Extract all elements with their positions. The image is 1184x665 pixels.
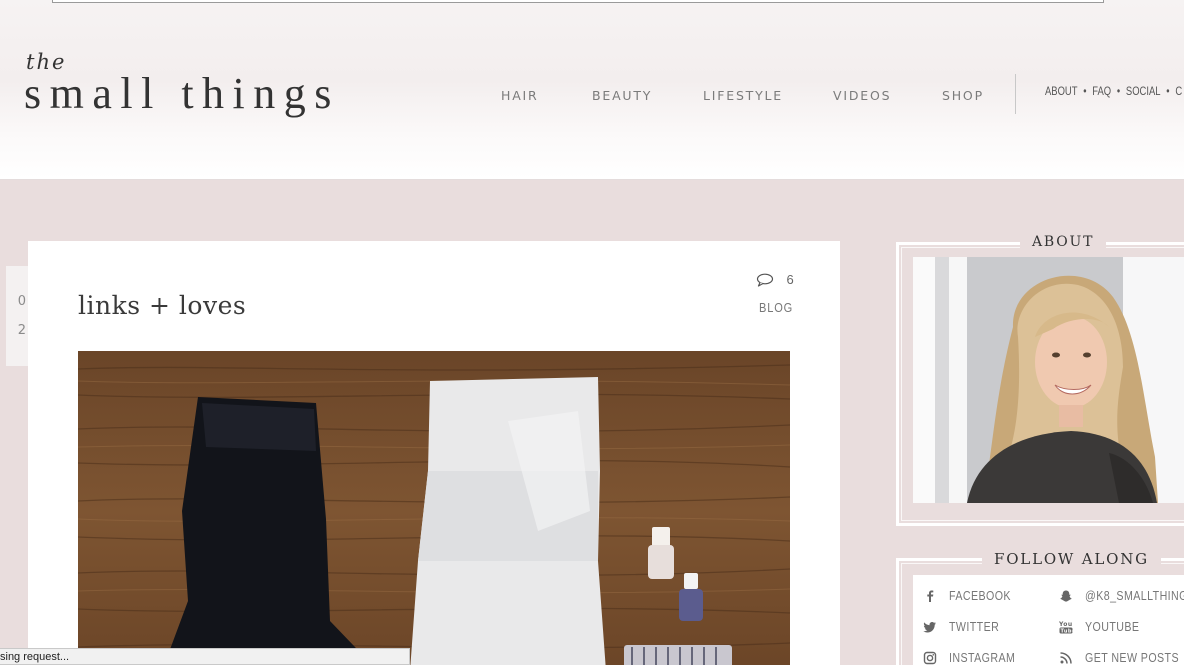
sec-nav-about[interactable]: ABOUT <box>1045 86 1077 98</box>
nav-divider <box>1015 74 1016 114</box>
post-card: links + loves 6 BLOG <box>28 241 840 665</box>
follow-label-rss: GET NEW POSTS <box>1085 650 1179 665</box>
follow-link-facebook[interactable]: FACEBOOK <box>923 587 1025 603</box>
rss-icon <box>1059 651 1073 665</box>
post-category[interactable]: BLOG <box>759 300 793 315</box>
follow-label-youtube: YOUTUBE <box>1085 619 1140 635</box>
follow-label-twitter: TWITTER <box>949 619 1000 635</box>
follow-link-snapchat[interactable]: @K8_SMALLTHINGS <box>1059 587 1184 603</box>
browser-address-bar-edge <box>52 0 1104 3</box>
follow-link-twitter[interactable]: TWITTER <box>923 618 1010 634</box>
comment-icon <box>756 271 778 288</box>
secondary-nav: ABOUT • FAQ • SOCIAL • C <box>1045 86 1183 98</box>
sec-nav-faq[interactable]: FAQ <box>1092 86 1111 98</box>
follow-link-rss[interactable]: GET NEW POSTS <box>1059 649 1184 665</box>
nav-item-videos[interactable]: VIDEOS <box>833 88 891 103</box>
nav-item-beauty[interactable]: BEAUTY <box>592 88 652 103</box>
instagram-icon <box>923 651 937 665</box>
svg-text:Tube: Tube <box>1061 628 1074 634</box>
follow-link-youtube[interactable]: YouTube YOUTUBE <box>1058 618 1151 635</box>
logo-main-text: small things <box>24 69 340 118</box>
facebook-icon <box>923 589 937 603</box>
site-header: the small things HAIR BEAUTY LIFESTYLE V… <box>0 0 1184 180</box>
sec-nav-contact[interactable]: C <box>1175 86 1182 98</box>
post-featured-image[interactable] <box>78 351 790 665</box>
about-heading: ABOUT <box>1020 234 1107 250</box>
nav-item-lifestyle[interactable]: LIFESTYLE <box>703 88 783 103</box>
follow-link-instagram[interactable]: INSTAGRAM <box>923 649 1030 665</box>
about-photo[interactable] <box>913 257 1184 503</box>
follow-label-instagram: INSTAGRAM <box>949 650 1016 665</box>
youtube-icon: YouTube <box>1058 620 1076 635</box>
sec-nav-social[interactable]: SOCIAL <box>1126 86 1161 98</box>
twitter-icon <box>923 620 937 634</box>
follow-label-facebook: FACEBOOK <box>949 588 1011 604</box>
svg-text:You: You <box>1059 621 1073 628</box>
comment-count: 6 <box>786 272 794 287</box>
comment-link[interactable]: 6 <box>756 271 794 289</box>
browser-status-bar: sing request... <box>0 648 410 665</box>
snapchat-icon <box>1059 589 1073 603</box>
nav-item-hair[interactable]: HAIR <box>501 88 539 103</box>
nav-item-shop[interactable]: SHOP <box>942 88 984 103</box>
post-title[interactable]: links + loves <box>78 291 246 320</box>
follow-label-snapchat: @K8_SMALLTHINGS <box>1085 588 1184 604</box>
follow-heading: FOLLOW ALONG <box>982 550 1161 568</box>
